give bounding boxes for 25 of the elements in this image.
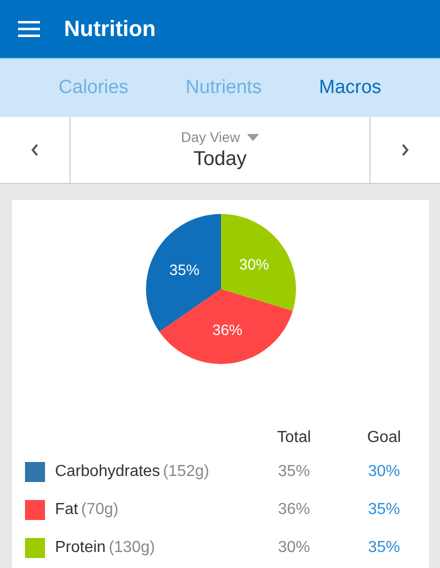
- menu-icon[interactable]: [18, 21, 40, 37]
- chevron-left-icon: [30, 143, 39, 157]
- tab[interactable]: Macros: [315, 71, 386, 105]
- view-mode-label: Day View: [181, 129, 240, 145]
- slice-label: 35%: [168, 262, 199, 279]
- macro-amount: (130g): [108, 539, 155, 557]
- goal-percent: 30%: [366, 463, 402, 481]
- total-percent: 30%: [276, 539, 312, 557]
- macro-name: Fat: [55, 501, 78, 519]
- goal-percent: 35%: [366, 539, 402, 557]
- date-label: Today: [193, 148, 247, 171]
- macro-amount: (70g): [81, 501, 118, 519]
- chevron-right-icon: [401, 143, 410, 157]
- goal-percent: 35%: [366, 501, 402, 519]
- column-header: Total: [276, 429, 312, 447]
- slice-label: 30%: [238, 256, 269, 274]
- total-percent: 36%: [276, 501, 312, 519]
- macro-amount: (152g): [162, 463, 210, 481]
- macro-name: Protein: [55, 539, 106, 557]
- slice-label: 36%: [212, 322, 242, 339]
- column-header: Goal: [366, 429, 402, 447]
- app-title: Nutrition: [64, 16, 156, 42]
- macro-name: Carbohydrates: [55, 463, 160, 481]
- dropdown-caret-icon: [246, 134, 259, 140]
- total-percent: 35%: [276, 463, 312, 481]
